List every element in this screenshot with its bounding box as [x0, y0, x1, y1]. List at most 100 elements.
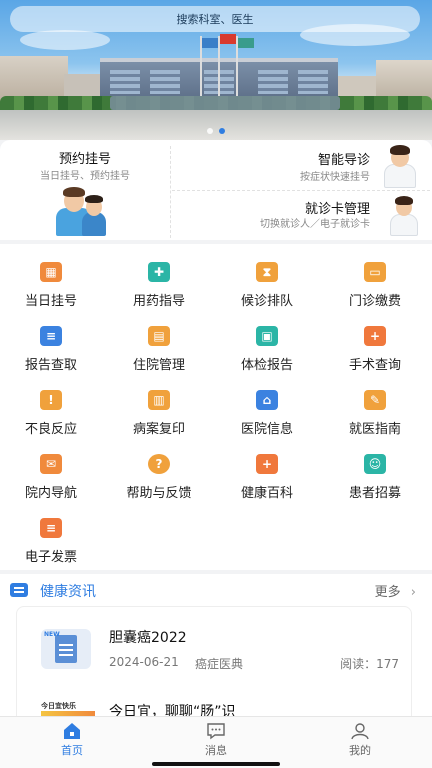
grid-item[interactable]: ! 不良反应: [0, 376, 108, 440]
inpatient-icon: ▤: [148, 326, 170, 346]
article-item[interactable]: NEW 胆囊癌2022 2024-06-21 癌症医典 阅读：177: [17, 607, 411, 677]
tab-label: 首页: [61, 744, 83, 757]
carousel-indicator: [0, 128, 432, 134]
news-title: 健康资讯: [40, 584, 96, 600]
health-news-section: 健康资讯 更多 › NEW 胆囊癌2022 2024-06-21 癌症医典 阅读…: [0, 574, 432, 716]
encyclopedia-icon: +: [256, 454, 278, 474]
card-management-subtitle: 切换就诊人／电子就诊卡: [260, 219, 370, 230]
grid-item[interactable]: ▦ 当日挂号: [0, 248, 108, 312]
grid-item-label: 手术查询: [348, 358, 401, 373]
news-header: 健康资讯 更多 ›: [0, 574, 432, 608]
flag: [220, 34, 236, 44]
article-meta: 2024-06-21 癌症医典 阅读：177: [109, 655, 399, 672]
article-reads: 阅读：177: [340, 657, 399, 671]
grid-item[interactable]: ▣ 体检报告: [216, 312, 324, 376]
article-date: 2024-06-21: [109, 655, 179, 669]
article-thumbnail: 今日宜快乐: [41, 701, 95, 716]
surgery-icon: +: [364, 326, 386, 346]
carousel-dot-active[interactable]: [219, 128, 225, 134]
divider: [170, 146, 171, 238]
grid-item-label: 体检报告: [240, 358, 293, 373]
hourglass-icon: ⧗: [256, 262, 278, 282]
flag: [202, 38, 218, 48]
grid-item-label: 用药指导: [132, 294, 185, 309]
grid-item-label: 帮助与反馈: [126, 486, 192, 501]
appointment-card[interactable]: 预约挂号 当日挂号、预约挂号: [0, 140, 170, 240]
tab-home[interactable]: 首页: [0, 717, 144, 768]
grid-item-label: 院内导航: [24, 486, 77, 501]
recruit-icon: ☺: [364, 454, 386, 474]
grid-item[interactable]: ✉ 院内导航: [0, 440, 108, 504]
grid-item-label: 候诊排队: [240, 294, 293, 309]
tab-profile[interactable]: 我的: [288, 717, 432, 768]
article-title: 今日宜，聊聊“肠”识: [109, 704, 236, 716]
calendar-icon: ▦: [40, 262, 62, 282]
grid-item[interactable]: ☺ 患者招募: [324, 440, 432, 504]
grid-item-label: 不良反应: [24, 422, 77, 437]
article-title: 胆囊癌2022: [109, 630, 187, 646]
profile-icon: [351, 723, 369, 740]
more-label: 更多: [374, 585, 401, 600]
quick-entry-panel: 预约挂号 当日挂号、预约挂号 智能导诊 按症状快速挂号 就诊卡管理 切换就诊人／…: [0, 140, 432, 240]
grid-item[interactable]: + 手术查询: [324, 312, 432, 376]
thumbnail-label: 今日宜快乐: [41, 702, 76, 710]
card-management-card[interactable]: 就诊卡管理 切换就诊人／电子就诊卡: [172, 190, 432, 240]
bottom-tab-bar: 首页 消息 我的: [0, 716, 432, 768]
grid-item[interactable]: ▤ 住院管理: [108, 312, 216, 376]
grid-item[interactable]: ✚ 用药指导: [108, 248, 216, 312]
article-item[interactable]: 今日宜快乐 今日宜，聊聊“肠”识: [17, 679, 411, 716]
grid-item-label: 患者招募: [348, 486, 401, 501]
grid-item[interactable]: + 健康百科: [216, 440, 324, 504]
wallet-icon: ▭: [364, 262, 386, 282]
map-icon: ✉: [40, 454, 62, 474]
article-source: 癌症医典: [195, 657, 244, 671]
document-icon: [55, 635, 77, 663]
carousel-dot[interactable]: [207, 128, 213, 134]
flag: [238, 38, 254, 48]
smart-guide-subtitle: 按症状快速挂号: [300, 172, 370, 183]
grid-item[interactable]: ▭ 门诊缴费: [324, 248, 432, 312]
home-indicator: [152, 762, 280, 766]
grid-item[interactable]: ⧗ 候诊排队: [216, 248, 324, 312]
grid-item-label: 门诊缴费: [348, 294, 401, 309]
news-icon: [10, 583, 28, 597]
guide-icon: ✎: [364, 390, 386, 410]
search-input[interactable]: 搜索科室、医生: [10, 6, 420, 32]
grid-item-label: 病案复印: [132, 422, 185, 437]
hospital-icon: ⌂: [256, 390, 278, 410]
grid-item[interactable]: ✎ 就医指南: [324, 376, 432, 440]
grid-item-label: 当日挂号: [24, 294, 77, 309]
grid-item-label: 报告查取: [24, 358, 77, 373]
message-icon: [207, 723, 225, 740]
help-icon: ?: [148, 454, 170, 474]
plaza: [0, 110, 432, 140]
nurse-with-card-icon: [388, 196, 420, 236]
tab-label: 我的: [349, 744, 371, 757]
chevron-right-icon: ›: [410, 585, 416, 600]
smart-guide-title: 智能导诊: [317, 153, 370, 168]
tab-messages[interactable]: 消息: [144, 717, 288, 768]
checkup-icon: ▣: [256, 326, 278, 346]
grid-item-label: 健康百科: [240, 486, 293, 501]
grid-item[interactable]: ≡ 报告查取: [0, 312, 108, 376]
article-thumbnail: NEW: [41, 629, 91, 669]
grid-item[interactable]: ≡ 电子发票: [0, 504, 108, 568]
thumbnail-label: NEW: [44, 631, 60, 638]
search-placeholder: 搜索科室、医生: [176, 13, 254, 26]
hospital-banner[interactable]: 搜索科室、医生: [0, 0, 432, 140]
grid-item-label: 住院管理: [132, 358, 185, 373]
more-link[interactable]: 更多 ›: [375, 581, 416, 600]
doctors-illustration-icon: [56, 186, 106, 236]
smart-guide-card[interactable]: 智能导诊 按症状快速挂号: [172, 140, 432, 190]
grid-item[interactable]: ⌂ 医院信息: [216, 376, 324, 440]
appointment-subtitle: 当日挂号、预约挂号: [40, 171, 130, 182]
grid-item-label: 医院信息: [240, 422, 293, 437]
invoice-icon: ≡: [40, 518, 62, 538]
nurse-icon: [382, 144, 418, 188]
home-icon: [64, 723, 80, 739]
report-search-icon: ≡: [40, 326, 62, 346]
grid-item[interactable]: ? 帮助与反馈: [108, 440, 216, 504]
grid-item[interactable]: ▥ 病案复印: [108, 376, 216, 440]
printer-icon: ▥: [148, 390, 170, 410]
hospital-sign: [110, 96, 340, 110]
